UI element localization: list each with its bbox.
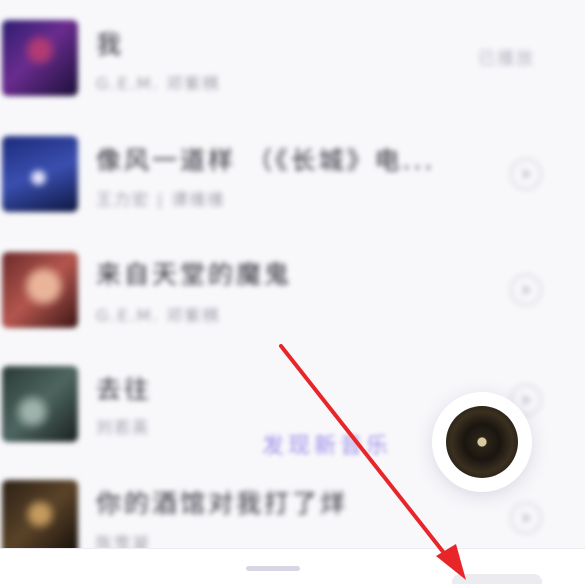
arrow-shaft — [279, 344, 450, 560]
annotation-arrow — [279, 344, 466, 580]
song-list-screen: 我 G.E.M. 邓紫棋 已播放 像风一道样 （《长城》电... 王力宏 | 谭… — [0, 0, 585, 584]
